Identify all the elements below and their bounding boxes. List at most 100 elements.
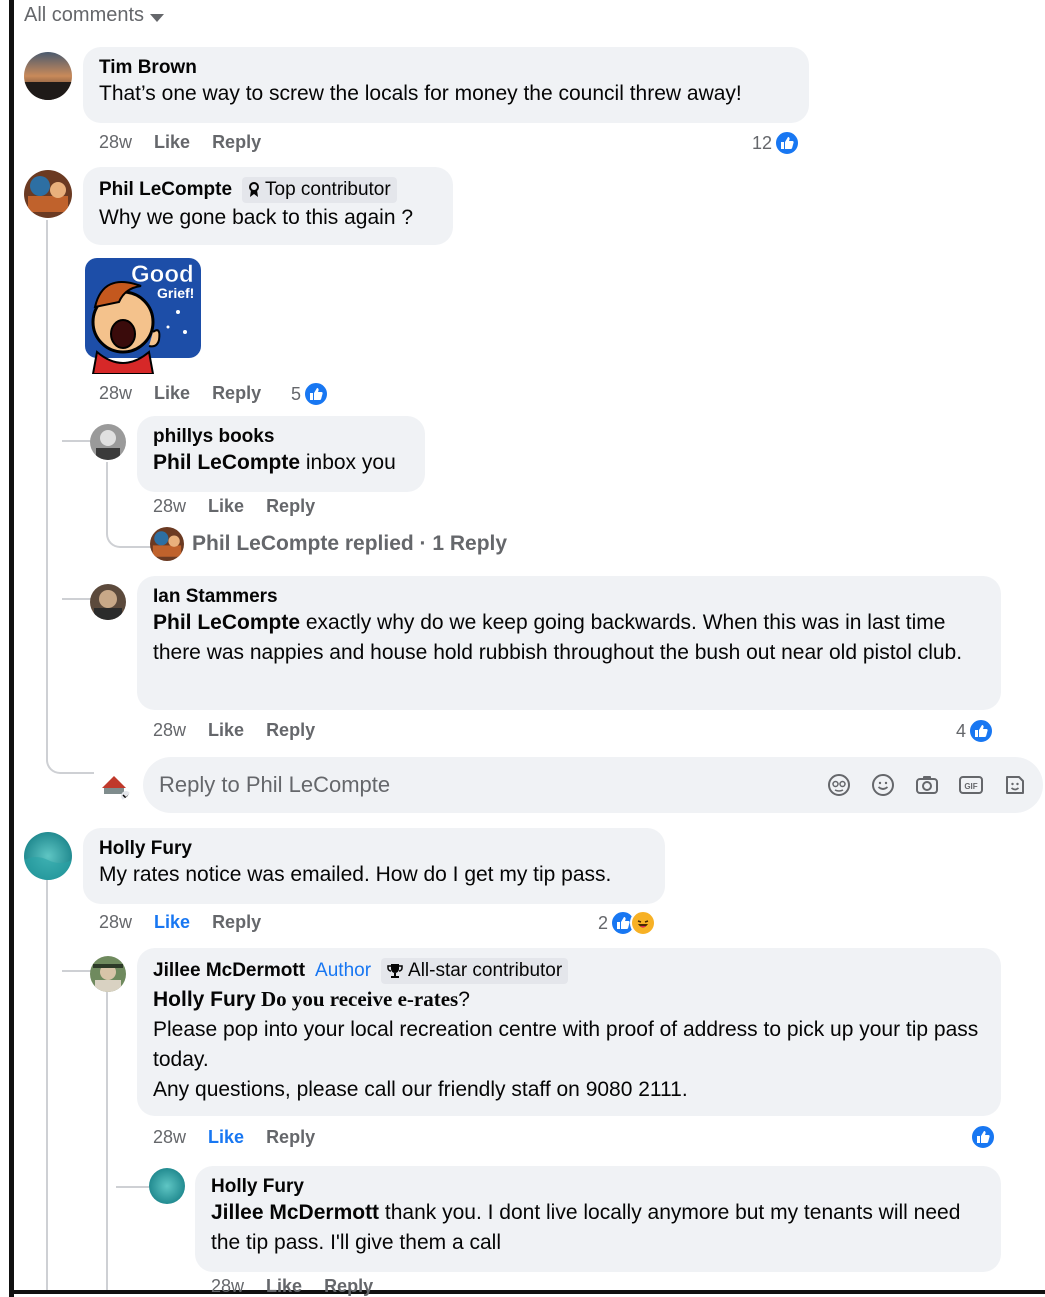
reply-input[interactable]: Reply to Phil LeCompte GIF — [143, 757, 1043, 813]
avatar[interactable] — [149, 1168, 185, 1204]
reaction-count: 5 — [291, 383, 302, 404]
comment-time[interactable]: 28w — [153, 720, 186, 741]
like-reaction-icon — [968, 718, 995, 744]
reply-button[interactable]: Reply — [212, 383, 261, 404]
like-button[interactable]: Like — [208, 720, 244, 741]
reaction-count: 4 — [956, 720, 967, 741]
reaction-summary[interactable]: 5 — [291, 381, 330, 407]
comment-time[interactable]: 28w — [153, 1127, 186, 1148]
window-border-left — [9, 0, 14, 1297]
emoji-icon[interactable] — [871, 773, 895, 797]
contributor-badge: All-star contributor — [381, 958, 569, 984]
reply-button[interactable]: Reply — [266, 720, 315, 741]
thread-connector — [62, 598, 92, 600]
comment-text: Holly Fury Do you receive e-rates? — [153, 984, 985, 1015]
comment-time[interactable]: 28w — [99, 132, 132, 153]
comment-actions: 28w Like Reply — [153, 496, 315, 517]
comment-text: Phil LeCompte inbox you — [153, 448, 409, 478]
comment-text: Phil LeCompte exactly why do we keep goi… — [153, 608, 985, 668]
mention-link[interactable]: Phil LeCompte — [153, 611, 300, 634]
thread-line — [46, 220, 48, 760]
avatar[interactable] — [90, 956, 126, 992]
view-replies-link[interactable]: Phil LeCompte replied · 1 Reply — [150, 527, 507, 561]
comment-bubble: Jillee McDermott Author All-star contrib… — [137, 948, 1001, 1116]
comment-time[interactable]: 28w — [99, 912, 132, 933]
comment-author[interactable]: Tim Brown — [99, 57, 793, 79]
comment-author[interactable]: phillys books — [153, 426, 409, 448]
author-name: phillys books — [153, 426, 275, 447]
thread-connector — [62, 970, 92, 972]
comment-text-line: Any questions, please call our friendly … — [153, 1078, 688, 1101]
comment-author[interactable]: Holly Fury — [211, 1176, 985, 1198]
comment-actions: 28w Like Reply — [153, 720, 315, 741]
avatar-sticker-icon[interactable] — [827, 773, 851, 797]
reply-button[interactable]: Reply — [212, 912, 261, 933]
comment-author[interactable]: Holly Fury — [99, 838, 649, 860]
avatar[interactable] — [24, 170, 72, 218]
comment-bubble: Phil LeCompte Top contributor Why we gon… — [83, 167, 453, 245]
sticker-text-good: Good — [131, 261, 194, 288]
reaction-summary[interactable]: 2 — [598, 910, 657, 936]
caret-down-icon — [150, 13, 165, 22]
avatar[interactable] — [96, 766, 132, 802]
reaction-summary[interactable]: 4 — [956, 718, 995, 744]
like-reaction-icon — [970, 1124, 996, 1150]
reply-button[interactable]: Reply — [266, 1127, 315, 1148]
like-reaction-icon — [303, 381, 330, 407]
avatar[interactable] — [24, 52, 72, 100]
reply-button[interactable]: Reply — [266, 496, 315, 517]
comment-text: My rates notice was emailed. How do I ge… — [99, 863, 612, 886]
comment-time[interactable]: 28w — [211, 1276, 244, 1297]
avatar — [150, 527, 184, 561]
like-button[interactable]: Like — [154, 383, 190, 404]
badge-ribbon-icon — [249, 182, 260, 197]
like-button[interactable]: Like — [154, 132, 190, 153]
thread-connector — [106, 520, 152, 548]
comment-bubble: Holly Fury Jillee McDermott thank you. I… — [195, 1166, 1001, 1272]
comment-author[interactable]: Ian Stammers — [153, 586, 985, 608]
reaction-summary[interactable] — [970, 1124, 996, 1150]
avatar[interactable] — [90, 584, 126, 620]
like-button[interactable]: Like — [154, 912, 190, 933]
comments-filter[interactable]: All comments — [24, 4, 165, 27]
gif-icon[interactable]: GIF — [959, 773, 983, 797]
comment-author[interactable]: Phil LeCompte Top contributor — [99, 177, 437, 203]
comment-text-line: Please pop into your local recreation ce… — [153, 1018, 979, 1071]
reply-placeholder: Reply to Phil LeCompte — [159, 772, 391, 797]
haha-reaction-icon — [630, 910, 657, 936]
contributor-badge: Top contributor — [242, 177, 397, 203]
mention-link[interactable]: Jillee McDermott — [211, 1201, 379, 1224]
avatar[interactable] — [24, 832, 72, 880]
comment-bubble: phillys books Phil LeCompte inbox you — [137, 416, 425, 492]
mention-link[interactable]: Holly Fury — [153, 988, 256, 1011]
like-button[interactable]: Like — [266, 1276, 302, 1297]
sticker-icon[interactable] — [1003, 773, 1027, 797]
like-button[interactable]: Like — [208, 496, 244, 517]
comment-bold-text: Do you receive e-rates — [255, 987, 459, 1011]
reply-button[interactable]: Reply — [212, 132, 261, 153]
thread-connector — [62, 440, 92, 442]
comment-actions: 28w Like Reply — [99, 132, 261, 153]
like-reaction-icon — [774, 130, 801, 156]
author-name: Tim Brown — [99, 57, 197, 78]
comment-time[interactable]: 28w — [153, 496, 186, 517]
comment-time[interactable]: 28w — [99, 383, 132, 404]
comment-author[interactable]: Jillee McDermott Author All-star contrib… — [153, 958, 985, 984]
badge-label: All-star contributor — [408, 960, 563, 981]
avatar[interactable] — [90, 424, 126, 460]
sticker-text-grief: Grief! — [157, 285, 194, 301]
like-button[interactable]: Like — [208, 1127, 244, 1148]
mention-link[interactable]: Phil LeCompte — [153, 451, 300, 474]
thread-connector — [46, 740, 94, 774]
reaction-summary[interactable]: 12 — [752, 130, 801, 156]
comment-text: Jillee McDermott thank you. I dont live … — [211, 1198, 985, 1258]
reply-button[interactable]: Reply — [324, 1276, 373, 1297]
camera-icon[interactable] — [915, 773, 939, 797]
svg-text:GIF: GIF — [964, 782, 977, 791]
composer-tools: GIF — [827, 773, 1027, 797]
comment-actions: 28w Like Reply — [153, 1127, 315, 1148]
author-name: Jillee McDermott — [153, 960, 306, 981]
comments-filter-label: All comments — [24, 4, 145, 26]
comment-actions: 28w Like Reply — [99, 912, 261, 933]
author-name: Holly Fury — [99, 838, 192, 859]
